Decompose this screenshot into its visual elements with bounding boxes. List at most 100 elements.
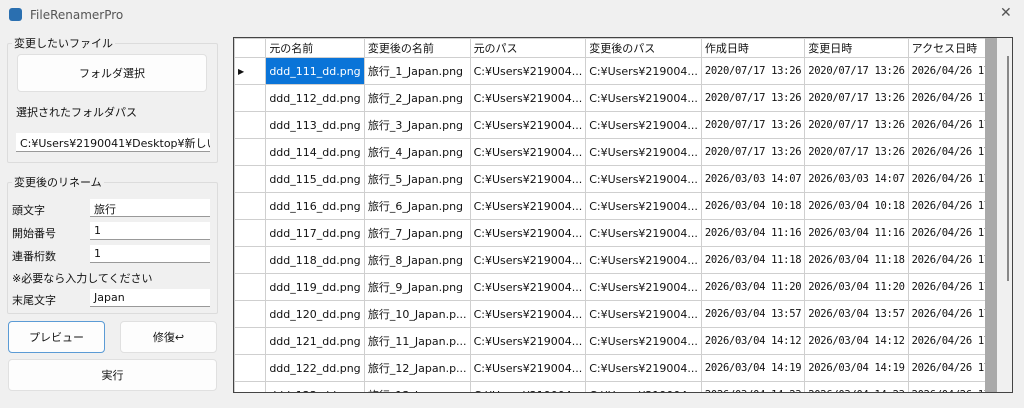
scrollbar-thumb[interactable] xyxy=(1007,56,1009,281)
table-cell[interactable]: C:¥Users¥219004... xyxy=(585,327,702,355)
table-cell[interactable]: 旅行_5_Japan.png xyxy=(363,165,471,193)
column-header[interactable]: 元のパス xyxy=(469,38,587,58)
table-cell[interactable]: 2026/03/04 14:19 xyxy=(804,354,909,382)
table-cell[interactable]: 2020/07/17 13:26 xyxy=(804,138,909,166)
prefix-input[interactable]: 旅行 xyxy=(90,199,210,217)
table-row[interactable]: ddd_123_dd.png旅行_13_Japan.p... C:¥Users¥2… xyxy=(234,381,1012,392)
table-cell[interactable]: ddd_122_dd.png xyxy=(265,354,365,382)
table-row[interactable]: ddd_116_dd.png 旅行_6_Japan.png C:¥Users¥219… xyxy=(234,192,1012,220)
table-cell[interactable]: C:¥Users¥219004... xyxy=(585,84,702,112)
table-cell[interactable]: C:¥Users¥219004... xyxy=(469,273,587,301)
table-cell[interactable]: 旅行_2_Japan.png xyxy=(363,84,471,112)
table-cell[interactable]: 旅行_12_Japan.p... xyxy=(363,354,471,382)
table-cell[interactable]: 旅行_4_Japan.png xyxy=(363,138,471,166)
table-cell[interactable]: ddd_120_dd.png xyxy=(265,300,365,328)
table-row[interactable]: ddd_115_dd.png 旅行_5_Japan.png C:¥Users¥219… xyxy=(234,165,1012,193)
table-row[interactable]: ddd_114_dd.png 旅行_4_Japan.png C:¥Users¥219… xyxy=(234,138,1012,166)
suffix-input[interactable]: Japan xyxy=(90,289,210,307)
row-header[interactable]: ▶ xyxy=(234,57,267,85)
table-row[interactable]: ddd_113_dd.png 旅行_3_Japan.png C:¥Users¥219… xyxy=(234,111,1012,139)
table-cell[interactable]: ddd_117_dd.png xyxy=(265,219,365,247)
table-cell[interactable]: C:¥Users¥219004... xyxy=(469,219,587,247)
table-cell[interactable]: 2026/03/04 14:12 xyxy=(804,327,909,355)
start-number-input[interactable]: 1 xyxy=(90,222,210,240)
table-cell[interactable]: 2026/03/04 14:23 xyxy=(804,381,909,392)
table-cell[interactable]: 2026/03/04 13:57 xyxy=(804,300,909,328)
close-button[interactable]: ✕ xyxy=(1000,5,1012,21)
table-cell[interactable]: C:¥Users¥219004... xyxy=(469,246,587,274)
row-header[interactable] xyxy=(234,84,267,112)
preview-button[interactable]: プレビュー xyxy=(8,321,105,353)
table-cell[interactable]: 2020/07/17 13:26 xyxy=(700,57,806,85)
column-header[interactable]: 変更日時 xyxy=(804,38,909,58)
table-row[interactable]: ddd_122_dd.png 旅行_12_Japan.p... C:¥Users¥2… xyxy=(234,354,1012,382)
table-cell[interactable]: 旅行_11_Japan.p... xyxy=(363,327,471,355)
table-cell[interactable]: 旅行_8_Japan.png xyxy=(363,246,471,274)
table-cell[interactable]: 旅行_1_Japan.png xyxy=(363,57,471,85)
row-header[interactable] xyxy=(234,246,267,274)
table-row[interactable]: ddd_121_dd.png 旅行_11_Japan.p... C:¥Users¥2… xyxy=(234,327,1012,355)
column-header[interactable]: 変更後の名前 xyxy=(363,38,471,58)
table-cell[interactable]: ddd_119_dd.png xyxy=(265,273,365,301)
table-cell[interactable]: C:¥Users¥219004... xyxy=(585,111,702,139)
restore-button[interactable]: 修復↩ xyxy=(120,321,217,353)
table-cell[interactable]: C:¥Users¥219004... xyxy=(585,300,702,328)
table-cell[interactable]: 旅行_6_Japan.png xyxy=(363,192,471,220)
table-cell[interactable]: 2026/03/04 14:19 xyxy=(700,354,806,382)
table-row[interactable]: ▶ ddd_111_dd.png 旅行_1_Japan.png C:¥Users¥21… xyxy=(234,57,1012,85)
table-cell[interactable]: 2020/07/17 13:26 xyxy=(804,57,909,85)
table-cell[interactable]: C:¥Users¥219004... xyxy=(469,300,587,328)
table-cell[interactable]: ddd_118_dd.png xyxy=(265,246,365,274)
table-cell[interactable]: 旅行_13_Japan.p... xyxy=(363,381,471,392)
table-cell[interactable]: ddd_113_dd.png xyxy=(265,111,365,139)
digits-input[interactable]: 1 xyxy=(90,245,210,263)
table-cell[interactable]: 2026/03/04 10:18 xyxy=(804,192,909,220)
table-cell[interactable]: ddd_121_dd.png xyxy=(265,327,365,355)
table-cell[interactable]: 2026/03/04 13:57 xyxy=(700,300,806,328)
table-cell[interactable]: 2020/07/17 13:26 xyxy=(804,84,909,112)
table-cell[interactable]: 2020/07/17 13:26 xyxy=(700,84,806,112)
row-header[interactable] xyxy=(234,165,267,193)
row-header[interactable] xyxy=(234,381,267,392)
table-row[interactable]: ddd_117_dd.png 旅行_7_Japan.png C:¥Users¥219… xyxy=(234,219,1012,247)
table-cell[interactable]: C:¥Users¥219004... xyxy=(469,354,587,382)
table-cell[interactable]: 旅行_3_Japan.png xyxy=(363,111,471,139)
table-row[interactable]: ddd_112_dd.png 旅行_2_Japan.png C:¥Users¥219… xyxy=(234,84,1012,112)
table-row[interactable]: ddd_119_dd.png 旅行_9_Japan.png C:¥Users¥219… xyxy=(234,273,1012,301)
table-cell[interactable]: 2026/03/04 11:20 xyxy=(804,273,909,301)
table-cell[interactable]: 2026/03/04 11:16 xyxy=(700,219,806,247)
table-cell[interactable]: C:¥Users¥219004... xyxy=(469,111,587,139)
row-header[interactable] xyxy=(234,219,267,247)
row-header[interactable] xyxy=(234,327,267,355)
table-cell[interactable]: C:¥Users¥219004... xyxy=(585,273,702,301)
table-row[interactable]: ddd_118_dd.png 旅行_8_Japan.png C:¥Users¥219… xyxy=(234,246,1012,274)
table-cell[interactable]: 2026/03/04 11:18 xyxy=(804,246,909,274)
row-header[interactable] xyxy=(234,111,267,139)
table-cell[interactable]: 2026/03/04 14:12 xyxy=(700,327,806,355)
table-cell[interactable]: ddd_123_dd.png xyxy=(265,381,365,392)
table-cell[interactable]: 旅行_10_Japan.p... xyxy=(363,300,471,328)
table-cell[interactable]: C:¥Users¥219004... xyxy=(585,192,702,220)
table-cell[interactable]: 2026/03/04 10:18 xyxy=(700,192,806,220)
table-cell[interactable]: C:¥Users¥219004... xyxy=(469,192,587,220)
table-cell[interactable]: 2026/03/04 11:16 xyxy=(804,219,909,247)
table-cell[interactable]: 2026/03/04 11:20 xyxy=(700,273,806,301)
table-cell[interactable]: 旅行_7_Japan.png xyxy=(363,219,471,247)
table-cell[interactable]: 2026/03/04 14:23 xyxy=(700,381,806,392)
table-row[interactable]: ddd_120_dd.png 旅行_10_Japan.p... C:¥Users¥2… xyxy=(234,300,1012,328)
column-header[interactable]: 元の名前 xyxy=(265,38,365,58)
row-header[interactable] xyxy=(234,300,267,328)
vertical-scrollbar[interactable] xyxy=(997,38,1012,392)
execute-button[interactable]: 実行 xyxy=(8,359,217,391)
table-cell[interactable]: C:¥Users¥219004... xyxy=(469,138,587,166)
folder-path-input[interactable]: C:¥Users¥2190041¥Desktop¥新しいフォ xyxy=(16,133,210,152)
table-cell[interactable]: 2020/07/17 13:26 xyxy=(700,111,806,139)
table-cell[interactable]: C:¥Users¥219004... xyxy=(585,219,702,247)
select-folder-button[interactable]: フォルダ選択 xyxy=(17,54,207,92)
table-cell[interactable]: C:¥Users¥219004... xyxy=(469,84,587,112)
row-header[interactable] xyxy=(234,273,267,301)
table-cell[interactable]: 2026/03/03 14:07 xyxy=(804,165,909,193)
table-cell[interactable]: C:¥Users¥219004... xyxy=(469,165,587,193)
table-cell[interactable]: 2020/07/17 13:26 xyxy=(700,138,806,166)
table-cell[interactable]: C:¥Users¥219004... xyxy=(585,381,702,392)
